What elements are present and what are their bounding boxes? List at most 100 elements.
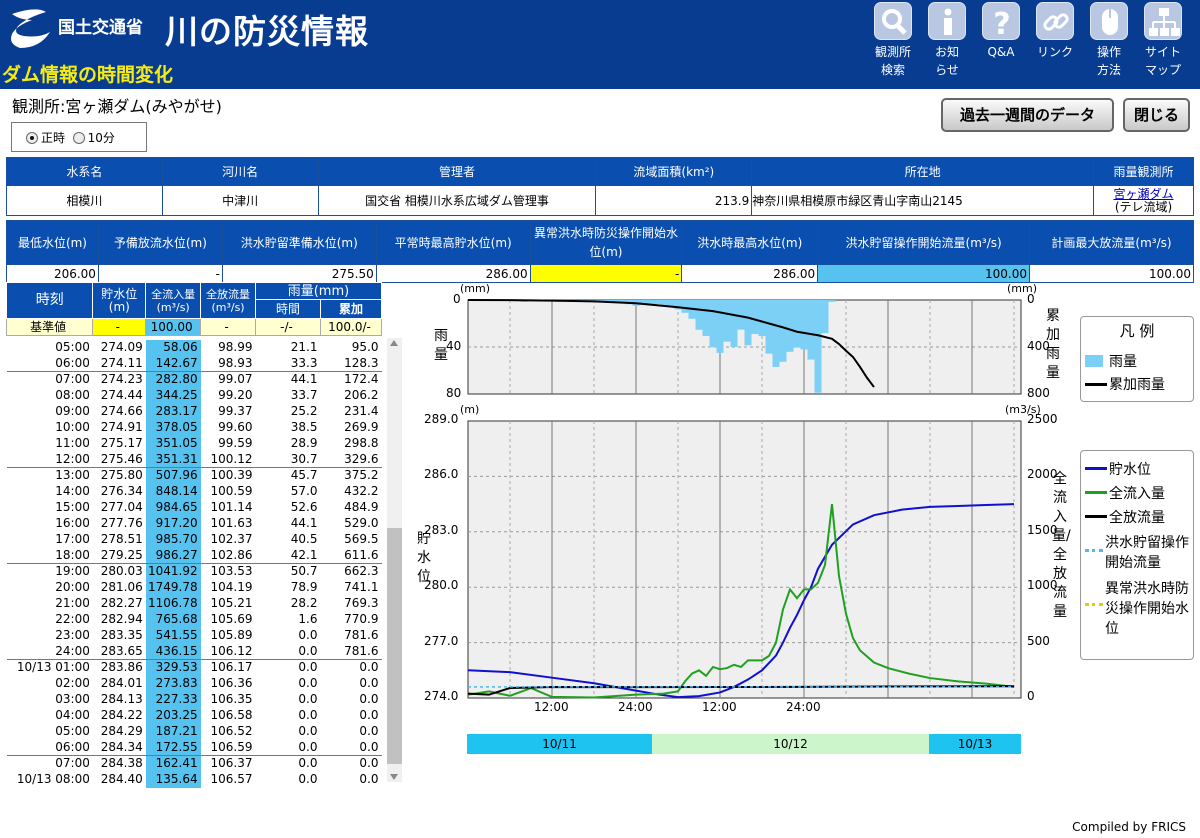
table-cell: 172.4: [320, 371, 382, 388]
table-cell: 282.80: [145, 371, 201, 388]
table-cell: 283.17: [145, 403, 201, 420]
table-scrollbar[interactable]: [387, 338, 402, 782]
table-row: 24:00 283.65 436.15 106.12 0.0 781.6: [7, 643, 382, 660]
nav-sitemap[interactable]: サイト マップ: [1138, 2, 1188, 79]
nav-links[interactable]: リンク: [1030, 2, 1080, 61]
nav-news[interactable]: お知 らせ: [922, 2, 972, 79]
past-week-button[interactable]: 過去一週間のデータ: [941, 98, 1114, 132]
rain-plot-area: [467, 299, 1022, 395]
table-cell: 17:00: [55, 532, 90, 546]
table-cell: 1106.78: [145, 595, 201, 612]
header-cell: 所在地: [751, 157, 1095, 186]
table-cell: 765.68: [145, 611, 201, 628]
table-cell: 24:00: [55, 643, 90, 658]
ten-min-radio[interactable]: 10分: [72, 131, 115, 145]
rain-bar: [625, 300, 633, 305]
table-row: 18:00 279.25 986.27 102.86 42.1 611.6: [7, 547, 382, 564]
interval-selector: 正時 10分: [11, 122, 147, 152]
rain-ytick: 80: [446, 386, 462, 400]
nav-qa[interactable]: ? Q&A: [976, 2, 1026, 61]
river-logo-icon[interactable]: [6, 4, 54, 52]
table-cell: 274.23: [92, 371, 146, 388]
nav-station-search[interactable]: 観測所 検索: [868, 2, 918, 79]
table-cell: 07:00: [6, 371, 93, 388]
table-row: 11:00 275.17 351.05 99.59 28.9 298.8: [7, 435, 382, 452]
table-cell: 284.29: [100, 724, 143, 738]
legend-threshold-label: 洪水貯留操作開始流量: [1105, 535, 1189, 571]
table-cell: 0.0: [298, 724, 318, 738]
legend-outflow-label: 全放流量: [1109, 510, 1165, 526]
table-cell: 275.80: [92, 467, 146, 484]
legend-level-swatch: [1085, 467, 1107, 470]
rain-bar: [723, 300, 731, 342]
table-cell: 0.0: [298, 643, 318, 658]
table-row: 23:00 283.35 541.55 105.89 0.0 781.6: [7, 627, 382, 644]
table-cell: 0.0: [359, 772, 379, 786]
nav-how-to-use[interactable]: 操作 方法: [1084, 2, 1134, 79]
table-cell: 273.83: [145, 675, 201, 692]
table-cell: 0.0: [359, 708, 379, 722]
hourly-radio[interactable]: 正時: [26, 131, 65, 145]
table-cell: 231.4: [344, 404, 379, 418]
rain-bar: [814, 300, 822, 393]
table-cell: 206.2: [344, 388, 379, 402]
nav-label: お知 らせ: [934, 45, 959, 77]
table-cell: 0.0: [359, 724, 379, 738]
table-cell: 33.7: [290, 388, 318, 402]
table-row: 15:00 277.04 984.65 101.14 52.6 484.9: [7, 499, 382, 516]
value-cell: 286.00: [375, 264, 531, 283]
table-cell: 95.0: [351, 340, 379, 354]
table-cell: 0.0: [359, 692, 379, 706]
station-name: 観測所:宮ヶ瀬ダム(みやがせ): [12, 97, 222, 116]
rain-bar: [499, 300, 507, 301]
table-row: 16:00 277.76 917.20 101.63 44.1 529.0: [7, 515, 382, 532]
table-cell: 227.33: [145, 691, 201, 708]
rain-bar: [737, 300, 745, 330]
table-row: 03:00 284.13 227.33 106.35 0.0 0.0: [7, 691, 382, 708]
table-row: 19:00 280.03 1041.92 103.53 50.7 662.3: [6, 563, 382, 580]
header-cell: 計画最大放流量(m³/s): [1029, 220, 1194, 265]
table-cell: 0.0: [359, 739, 379, 754]
site-title[interactable]: 川の防災情報: [165, 5, 369, 53]
table-row: 14:00 276.34 848.14 100.59 57.0 432.2: [7, 483, 382, 500]
scroll-up-icon[interactable]: [390, 340, 398, 346]
table-cell: 21:00: [55, 596, 90, 610]
table-cell: 269.9: [344, 420, 379, 434]
table-row: 05:00 284.29 187.21 106.52 0.0 0.0: [7, 723, 382, 740]
flow-y2tick: 500: [1027, 633, 1050, 648]
scroll-down-icon[interactable]: [390, 774, 398, 780]
link-icon: [1036, 2, 1074, 40]
footer-credit: Compiled by FRICS: [1072, 820, 1186, 834]
flow-y2unit: (m3/s): [1005, 403, 1041, 416]
legend-level-label: 貯水位: [1109, 462, 1151, 478]
rain-station-link[interactable]: 宮ヶ瀬ダム: [1114, 187, 1174, 201]
table-cell: 02:00: [55, 676, 90, 690]
table-row: 07:00 284.38 162.41 106.37 0.0 0.0: [6, 755, 382, 772]
table-cell: 541.55: [145, 627, 201, 644]
rain-bar: [492, 300, 500, 301]
table-cell: 611.6: [344, 547, 379, 562]
flow-y2tick: 0: [1027, 689, 1035, 703]
table-cell: 0.0: [359, 676, 379, 690]
flow-xtick: 24:00: [618, 700, 653, 714]
col-inflow: 全流入量 (m³/s): [145, 282, 202, 319]
table-cell: 274.91: [100, 420, 143, 434]
table-cell: 33.3: [290, 355, 318, 370]
close-button[interactable]: 閉じる: [1123, 98, 1190, 132]
table-cell: 08:00: [55, 388, 90, 402]
scroll-thumb[interactable]: [387, 528, 402, 764]
rain-bar: [506, 300, 514, 301]
table-cell: 99.37: [218, 404, 253, 418]
table-row: 10/13 08:00 284.40 135.64 106.57 0.0 0.0: [7, 771, 382, 788]
table-row: 06:00 284.34 172.55 106.59 0.0 0.0: [7, 739, 382, 756]
table-cell: 106.58: [210, 708, 253, 722]
table-cell: 106.12: [210, 643, 253, 658]
header-cell: 流域面積(km²): [595, 157, 753, 186]
table-cell: 30.7: [290, 451, 318, 466]
table-cell: 172.55: [145, 739, 201, 756]
table-cell: 05:00: [55, 724, 90, 738]
table-cell: 106.52: [210, 724, 253, 738]
table-cell: 329.6: [344, 451, 379, 466]
header-cell: 雨量観測所: [1093, 157, 1194, 186]
table-cell: 662.3: [320, 563, 382, 580]
